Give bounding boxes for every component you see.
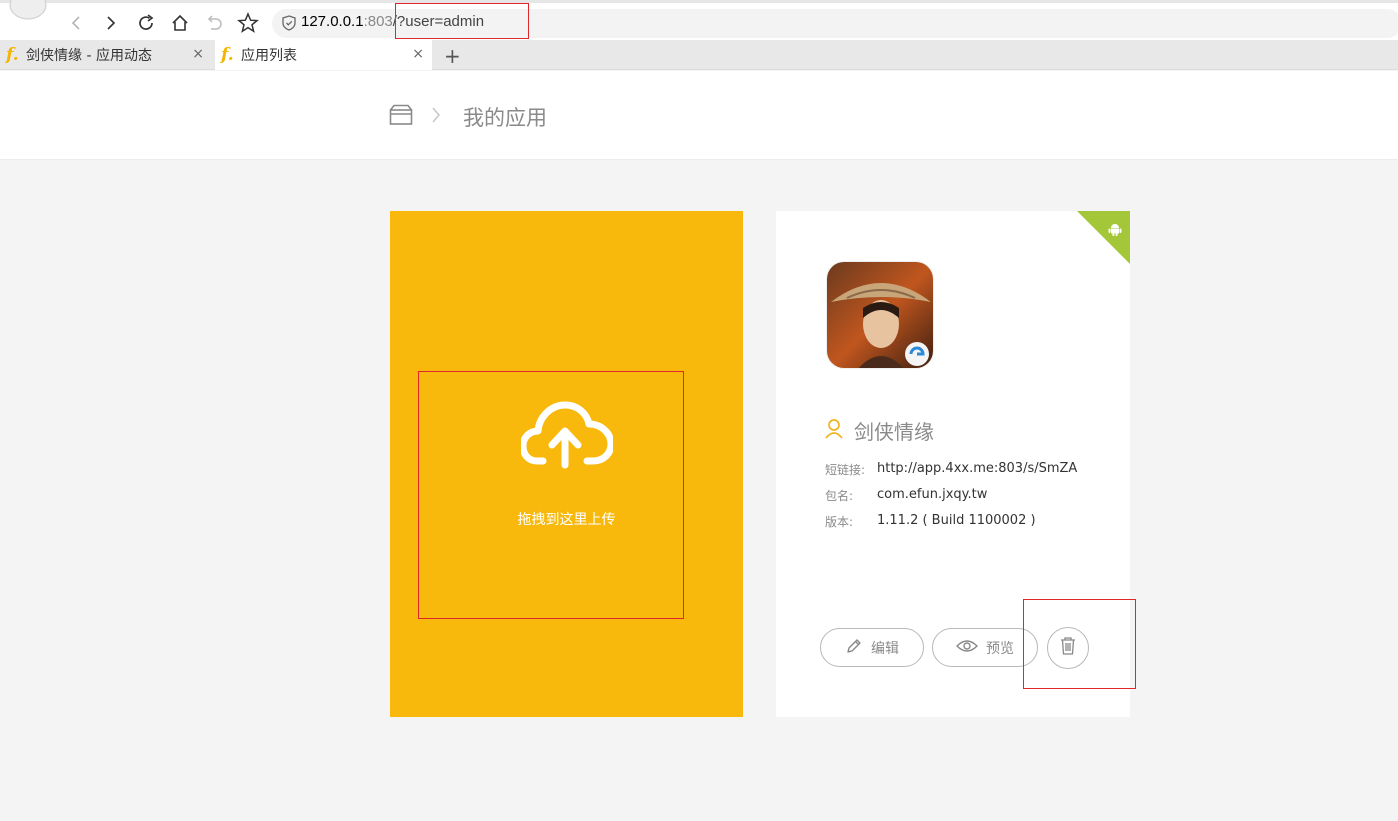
site-favicon-icon: f. [221, 45, 234, 65]
android-icon [1108, 221, 1122, 240]
short-link-label: 短链接: [825, 463, 866, 477]
version-label: 版本: [825, 515, 854, 529]
preview-label: 预览 [986, 640, 1014, 657]
shield-icon [281, 15, 297, 35]
tab-app-list[interactable]: f. 应用列表 × [215, 40, 432, 70]
app-icon [826, 261, 934, 369]
platform-corner-tag [1077, 211, 1130, 264]
url-port: :803 [363, 13, 393, 30]
url-highlight-box [395, 3, 529, 39]
version-row: 版本: 1.11.2 ( Build 1100002 ) [825, 513, 1036, 530]
package-row: 包名: com.efun.jxqy.tw [825, 487, 987, 504]
tab-close-icon[interactable]: × [192, 46, 204, 62]
chevron-right-icon [430, 105, 442, 129]
page-title: 我的应用 [463, 106, 547, 130]
tab-title: 应用列表 [241, 48, 297, 64]
page-header: 我的应用 [0, 71, 1398, 160]
delete-highlight-box [1023, 599, 1136, 689]
browser-avatar-icon [6, 0, 50, 23]
app-title-row: 剑侠情缘 [824, 416, 934, 445]
upload-dropzone[interactable]: 拖拽到这里上传 [390, 211, 743, 717]
user-icon [824, 418, 844, 444]
package-label: 包名: [825, 489, 854, 503]
dropzone-highlight-box [418, 371, 684, 619]
package-value: com.efun.jxqy.tw [877, 487, 988, 502]
browser-toolbar: 127.0.0.1:803/?user=admin [0, 0, 1398, 40]
tab-title: 剑侠情缘 - 应用动态 [26, 48, 152, 64]
eye-icon [956, 638, 978, 658]
app-name: 剑侠情缘 [854, 420, 934, 444]
short-link-value[interactable]: http://app.4xx.me:803/s/SmZA [877, 461, 1077, 478]
pencil-icon [845, 637, 863, 659]
tab-app-activity[interactable]: f. 剑侠情缘 - 应用动态 × [0, 40, 212, 70]
tab-bar: f. 剑侠情缘 - 应用动态 × f. 应用列表 × [0, 40, 1398, 70]
reload-icon[interactable] [134, 11, 158, 35]
version-value: 1.11.2 ( Build 1100002 ) [877, 513, 1036, 528]
forward-icon[interactable] [99, 11, 123, 35]
url-host: 127.0.0.1 [301, 13, 364, 30]
edit-button[interactable]: 编辑 [820, 628, 924, 667]
edit-label: 编辑 [871, 640, 899, 657]
short-link-row: 短链接: http://app.4xx.me:803/s/SmZA [825, 461, 1077, 478]
bookmark-star-icon[interactable] [236, 11, 260, 35]
new-tab-button[interactable]: + [444, 44, 461, 68]
box-icon[interactable] [389, 104, 413, 130]
back-icon[interactable] [64, 11, 88, 35]
site-favicon-icon: f. [6, 45, 19, 65]
home-icon[interactable] [168, 11, 192, 35]
tab-close-icon[interactable]: × [412, 46, 424, 62]
undo-icon[interactable] [202, 11, 226, 35]
